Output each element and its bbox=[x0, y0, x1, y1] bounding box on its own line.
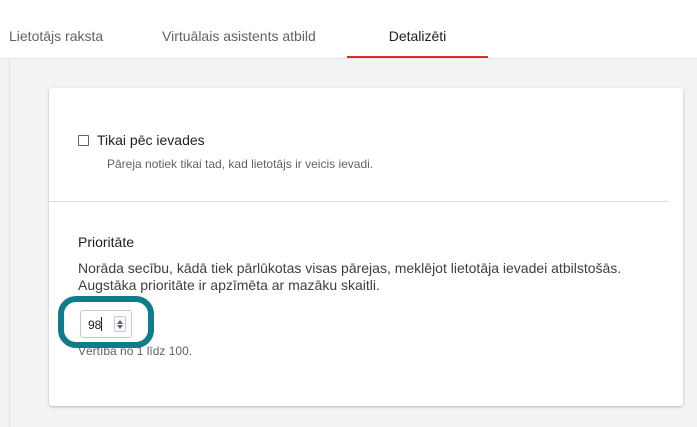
priority-title: Prioritāte bbox=[78, 234, 135, 250]
only-after-input-label[interactable]: Tikai pēc ievades bbox=[97, 132, 205, 148]
active-tab-indicator bbox=[347, 56, 488, 58]
only-after-input-checkbox[interactable] bbox=[78, 134, 89, 146]
section-divider bbox=[49, 201, 669, 202]
tab-bar: Lietotājs raksta Virtuālais asistents at… bbox=[0, 0, 697, 59]
stepper-down-icon[interactable] bbox=[117, 325, 123, 329]
page: Lietotājs raksta Virtuālais asistents at… bbox=[0, 0, 697, 427]
text-cursor bbox=[101, 317, 102, 331]
priority-input[interactable]: 98 bbox=[80, 310, 132, 338]
only-after-input-help: Pāreja notiek tikai tad, kad lietotājs i… bbox=[107, 157, 374, 171]
priority-description: Norāda secību, kādā tiek pārlūkotas visa… bbox=[78, 260, 622, 293]
priority-stepper[interactable] bbox=[114, 316, 126, 332]
panel-left-border bbox=[9, 59, 10, 427]
tab-user-writes[interactable]: Lietotājs raksta bbox=[9, 0, 103, 58]
tab-details[interactable]: Detalizēti bbox=[347, 0, 488, 58]
priority-input-value[interactable]: 98 bbox=[88, 318, 101, 332]
details-card: Tikai pēc ievades Pāreja notiek tikai ta… bbox=[49, 88, 683, 406]
stepper-up-icon[interactable] bbox=[117, 320, 123, 324]
only-after-input-option[interactable]: Tikai pēc ievades bbox=[78, 132, 205, 148]
tab-assistant-responds[interactable]: Virtuālais asistents atbild bbox=[162, 0, 316, 58]
priority-range-hint: Vērtība no 1 līdz 100. bbox=[78, 344, 193, 358]
